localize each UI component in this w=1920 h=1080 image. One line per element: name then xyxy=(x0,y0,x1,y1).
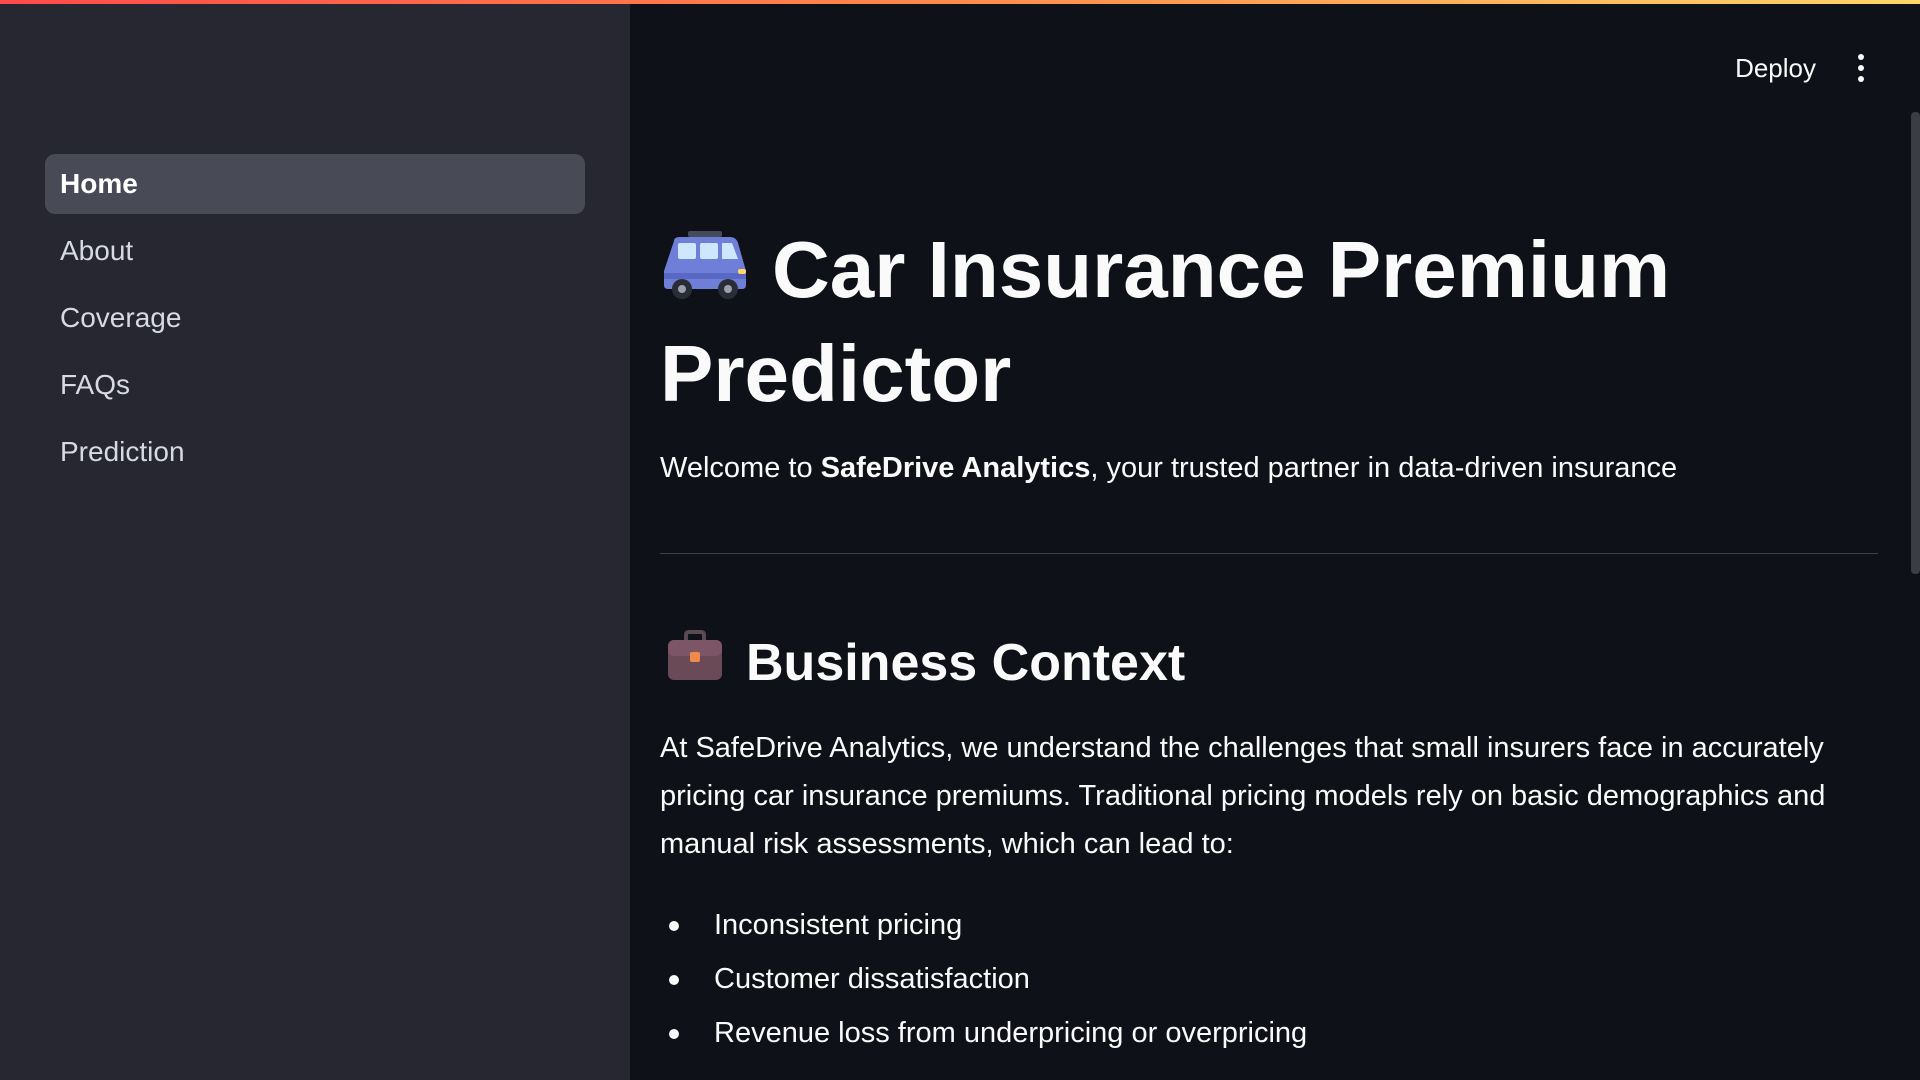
welcome-suffix: , your trusted partner in data-driven in… xyxy=(1090,452,1678,484)
kebab-menu-icon[interactable] xyxy=(1854,50,1868,86)
section-heading-text: Business Context xyxy=(746,633,1186,692)
company-name: SafeDrive Analytics xyxy=(820,452,1091,484)
car-icon xyxy=(660,224,750,324)
sidebar-item-faqs[interactable]: FAQs xyxy=(45,355,585,415)
top-decoration-bar xyxy=(0,0,1920,4)
section-heading: Business Context xyxy=(666,630,1185,695)
page-title-text: Car Insurance Premium Predictor xyxy=(660,225,1671,418)
sidebar: Home About Coverage FAQs Prediction xyxy=(0,0,630,1080)
deploy-button[interactable]: Deploy xyxy=(1735,53,1816,84)
sidebar-item-home[interactable]: Home xyxy=(45,154,585,214)
sidebar-item-coverage[interactable]: Coverage xyxy=(45,288,585,348)
divider xyxy=(660,553,1878,554)
page-title: Car Insurance Premium Predictor xyxy=(660,220,1760,424)
sidebar-nav: Home About Coverage FAQs Prediction xyxy=(45,154,585,489)
sidebar-item-about[interactable]: About xyxy=(45,221,585,281)
welcome-text: Welcome to SafeDrive Analytics, your tru… xyxy=(660,452,1677,485)
sidebar-item-prediction[interactable]: Prediction xyxy=(45,422,585,482)
scrollbar[interactable] xyxy=(1911,112,1920,574)
briefcase-icon xyxy=(666,630,724,695)
list-item: Inconsistent pricing xyxy=(660,898,1307,952)
list-item: Revenue loss from underpricing or overpr… xyxy=(660,1006,1307,1060)
header-actions: Deploy xyxy=(1735,48,1868,88)
issues-list: Inconsistent pricing Customer dissatisfa… xyxy=(660,898,1307,1060)
list-item: Customer dissatisfaction xyxy=(660,952,1307,1006)
business-context-paragraph: At SafeDrive Analytics, we understand th… xyxy=(660,732,1826,860)
welcome-prefix: Welcome to xyxy=(660,452,821,484)
